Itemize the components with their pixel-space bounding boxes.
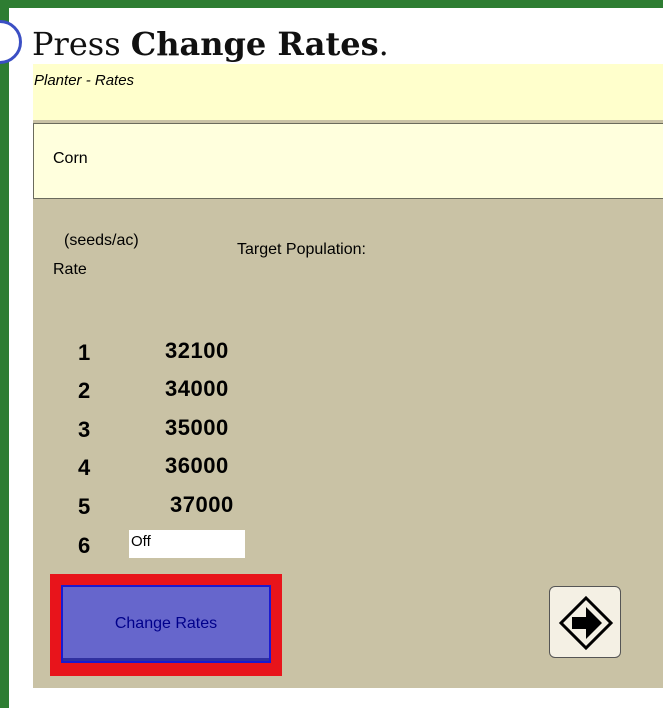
next-button[interactable] [549, 586, 621, 658]
crop-selector[interactable]: Corn [33, 123, 663, 199]
rate-value-2[interactable]: 34000 [165, 376, 229, 402]
arrow-right-icon [558, 595, 614, 651]
rate-number-4: 4 [78, 455, 91, 480]
screen-title: Planter - Rates [34, 72, 135, 89]
rate-number-6: 6 [78, 533, 91, 558]
target-population-label: Target Population: [237, 241, 366, 258]
crop-name: Corn [53, 150, 88, 167]
instruction-text: Press Change Rates. [32, 24, 389, 64]
rate-value-6-field[interactable]: Off [129, 530, 245, 558]
rate-number-1: 1 [78, 340, 91, 365]
change-rates-button[interactable]: Change Rates [61, 585, 271, 663]
instruction-prefix: Press [32, 25, 131, 63]
frame-left-border [0, 0, 9, 708]
rate-value-1[interactable]: 32100 [165, 338, 229, 364]
rate-number-2: 2 [78, 378, 91, 403]
rate-number-3: 3 [78, 417, 91, 442]
units-label: (seeds/ac) [64, 232, 139, 249]
planter-rates-screen: Planter - Rates Corn (seeds/ac) Target P… [33, 64, 663, 688]
rate-number-5: 5 [78, 494, 91, 519]
rate-value-3[interactable]: 35000 [165, 415, 229, 441]
step-number-badge [0, 20, 22, 64]
instruction-bold: Change Rates [130, 25, 379, 63]
instruction-suffix: . [378, 25, 389, 63]
rate-value-5[interactable]: 37000 [170, 492, 234, 518]
title-bar: Planter - Rates [33, 64, 663, 120]
frame-top-border [0, 0, 663, 8]
rate-header: Rate [53, 261, 87, 278]
change-rates-label: Change Rates [114, 615, 218, 632]
rate-value-4[interactable]: 36000 [165, 453, 229, 479]
